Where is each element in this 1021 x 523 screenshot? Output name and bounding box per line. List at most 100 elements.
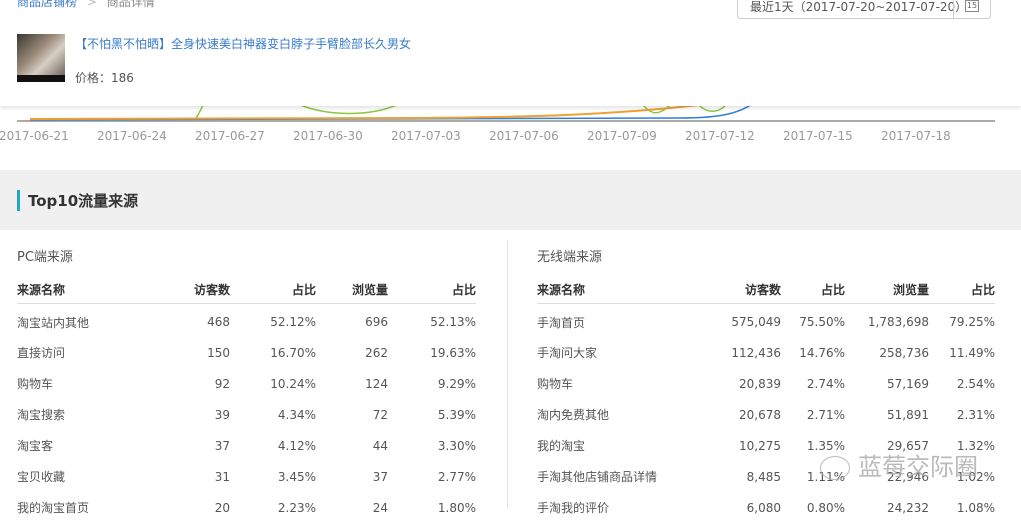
breadcrumb-current: 商品详情 xyxy=(106,0,155,9)
date-range-picker[interactable]: 最近1天（2017-07-20~2017-07-20） 15 xyxy=(737,0,991,19)
product-thumbnail[interactable] xyxy=(17,34,65,82)
table-row: 手淘问大家 112,436 14.76% 258,736 11.49% xyxy=(537,337,995,368)
pc-source-table: 来源名称 访客数 占比 浏览量 占比 淘宝站内其他 468 52.12% 696 52.13% 直接… xyxy=(17,276,476,523)
breadcrumb-separator: > xyxy=(86,0,97,9)
cell-value: 39 xyxy=(214,407,230,422)
cell-value: 19.63% xyxy=(430,345,476,360)
watermark-text: 蓝莓交际圈 xyxy=(858,453,978,481)
table-row: 淘内免费其他 20,678 2.71% 51,891 2.31% xyxy=(537,399,995,430)
cell-value: 11.49% xyxy=(949,345,995,360)
cell-value: 3.30% xyxy=(437,438,476,453)
cell-value: 4.12% xyxy=(277,438,316,453)
cell-value: 75.50% xyxy=(799,315,845,330)
cell-value: 2.54% xyxy=(956,376,995,391)
x-tick-label: 2017-07-12 xyxy=(685,129,755,143)
source-name: 淘宝站内其他 xyxy=(17,315,90,330)
table-row: 购物车 20,839 2.74% 57,169 2.54% xyxy=(537,368,995,399)
column-header: 来源名称 xyxy=(17,276,157,304)
price-value: 186 xyxy=(111,71,134,85)
source-name: 手淘首页 xyxy=(537,315,586,330)
cell-value: 5.39% xyxy=(437,407,476,422)
cell-value: 150 xyxy=(207,345,230,360)
column-header: 浏览量 xyxy=(845,276,929,304)
cell-value: 57,169 xyxy=(887,376,929,391)
calendar-icon: 15 xyxy=(965,0,979,12)
cell-value: 2.77% xyxy=(437,469,476,484)
cell-value: 696 xyxy=(365,315,388,330)
x-tick-label: 2017-06-21 xyxy=(0,129,69,143)
cell-value: 31 xyxy=(214,469,230,484)
column-header: 访客数 xyxy=(677,276,781,304)
source-name: 手淘其他店铺商品详情 xyxy=(537,470,658,484)
wireless-source-table: 来源名称 访客数 占比 浏览量 占比 手淘首页 575,049 75.50% 1,783,698… xyxy=(537,276,995,523)
cell-value: 575,049 xyxy=(731,315,781,330)
table-row: 淘宝站内其他 468 52.12% 696 52.13% xyxy=(17,303,476,337)
cell-value: 51,891 xyxy=(887,407,929,422)
product-card: 商品店铺榜 > 商品详情 【不怕黑不怕晒】全身快速美白神器变白脖子手臂脸部长久男… xyxy=(0,0,1021,106)
panel-divider xyxy=(507,240,508,508)
cell-value: 79.25% xyxy=(949,315,995,330)
x-tick-label: 2017-06-30 xyxy=(293,129,363,143)
table-row: 购物车 92 10.24% 124 9.29% xyxy=(17,368,476,399)
pc-source-title: PC端来源 xyxy=(17,250,73,265)
table-row: 淘宝搜索 39 4.34% 72 5.39% xyxy=(17,399,476,430)
source-name: 购物车 xyxy=(537,377,574,391)
table-row: 宝贝收藏 31 3.45% 37 2.77% xyxy=(17,461,476,492)
source-name: 手淘问大家 xyxy=(537,346,598,360)
source-name: 淘内免费其他 xyxy=(537,408,610,422)
source-name: 宝贝收藏 xyxy=(17,470,66,484)
watermark: 蓝莓交际圈 xyxy=(820,447,978,482)
product-price: 价格：186 xyxy=(75,69,134,86)
cell-value: 37 xyxy=(372,469,388,484)
x-tick-label: 2017-06-27 xyxy=(195,129,265,143)
column-header: 占比 xyxy=(388,276,476,304)
cell-value: 2.74% xyxy=(806,376,845,391)
cell-value: 72 xyxy=(372,407,388,422)
cell-value: 124 xyxy=(365,376,388,391)
cell-value: 52.13% xyxy=(430,315,476,330)
column-header: 占比 xyxy=(929,276,995,304)
cell-value: 9.29% xyxy=(437,376,476,391)
wechat-icon xyxy=(820,456,850,480)
cell-value: 8,485 xyxy=(746,469,781,484)
section-title: Top10流量来源 xyxy=(17,190,138,211)
cell-value: 16.70% xyxy=(270,345,316,360)
table-row: 淘宝客 37 4.12% 44 3.30% xyxy=(17,430,476,461)
x-tick-label: 2017-07-09 xyxy=(587,129,657,143)
cell-value: 262 xyxy=(365,345,388,360)
cell-value: 52.12% xyxy=(270,315,316,330)
cell-value: 14.76% xyxy=(799,345,845,360)
x-tick-label: 2017-07-03 xyxy=(391,129,461,143)
date-range-label: 最近1天（2017-07-20~2017-07-20） xyxy=(750,0,968,14)
table-row: 手淘首页 575,049 75.50% 1,783,698 79.25% xyxy=(537,303,995,337)
cell-value: 258,736 xyxy=(879,345,929,360)
x-tick-label: 2017-07-18 xyxy=(881,129,951,143)
breadcrumb-parent[interactable]: 商品店铺榜 xyxy=(17,0,77,9)
cell-value: 468 xyxy=(207,315,230,330)
cell-value: 3.45% xyxy=(277,469,316,484)
cell-value: 4.34% xyxy=(277,407,316,422)
column-header: 浏览量 xyxy=(316,276,388,304)
cell-value: 20,678 xyxy=(739,407,781,422)
cell-value: 20,839 xyxy=(739,376,781,391)
column-header: 访客数 xyxy=(157,276,230,304)
breadcrumb: 商品店铺榜 > 商品详情 xyxy=(17,0,155,10)
cell-value: 2.31% xyxy=(956,407,995,422)
cell-value: 44 xyxy=(372,438,388,453)
column-header: 来源名称 xyxy=(537,276,677,304)
x-tick-label: 2017-07-06 xyxy=(489,129,559,143)
column-header: 占比 xyxy=(781,276,845,304)
cell-value: 37 xyxy=(214,438,230,453)
product-title[interactable]: 【不怕黑不怕晒】全身快速美白神器变白脖子手臂脸部长久男女 xyxy=(75,35,411,52)
cell-value: 1,783,698 xyxy=(867,315,929,330)
wireless-source-title: 无线端来源 xyxy=(537,250,603,265)
source-name: 淘宝搜索 xyxy=(17,408,66,422)
price-label: 价格： xyxy=(75,71,112,85)
source-name: 我的淘宝 xyxy=(537,439,586,453)
cell-value: 112,436 xyxy=(731,345,781,360)
calendar-button[interactable]: 15 xyxy=(953,0,990,18)
cell-value: 2.71% xyxy=(806,407,845,422)
source-name: 淘宝客 xyxy=(17,439,54,453)
column-header: 占比 xyxy=(230,276,316,304)
source-name: 购物车 xyxy=(17,377,54,391)
